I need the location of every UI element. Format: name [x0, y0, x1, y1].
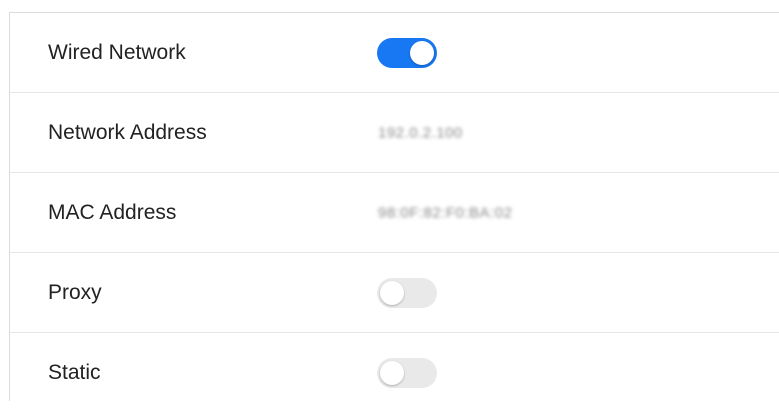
toggle-knob: [380, 361, 404, 385]
network-address-value: 192.0.2.100: [378, 124, 463, 141]
setting-row-network-address: Network Address 192.0.2.100: [10, 93, 779, 173]
wired-network-toggle[interactable]: [377, 37, 437, 68]
static-label: Static: [48, 361, 101, 384]
setting-row-mac-address: MAC Address 98:0F:82:F0:BA:02: [10, 173, 779, 253]
network-address-label: Network Address: [48, 120, 207, 144]
toggle-knob: [410, 40, 434, 65]
setting-row-proxy: Proxy: [10, 253, 779, 333]
wired-network-label: Wired Network: [48, 40, 186, 64]
proxy-toggle[interactable]: [377, 277, 437, 308]
setting-row-static: Static: [10, 333, 779, 413]
toggle-knob: [380, 280, 404, 305]
mac-address-label: MAC Address: [48, 200, 177, 224]
network-settings-panel: Wired Network Network Address 192.0.2.10…: [9, 12, 779, 401]
proxy-label: Proxy: [48, 280, 102, 304]
mac-address-value: 98:0F:82:F0:BA:02: [378, 204, 513, 221]
setting-row-wired-network: Wired Network: [10, 13, 779, 93]
static-toggle[interactable]: [377, 358, 437, 388]
